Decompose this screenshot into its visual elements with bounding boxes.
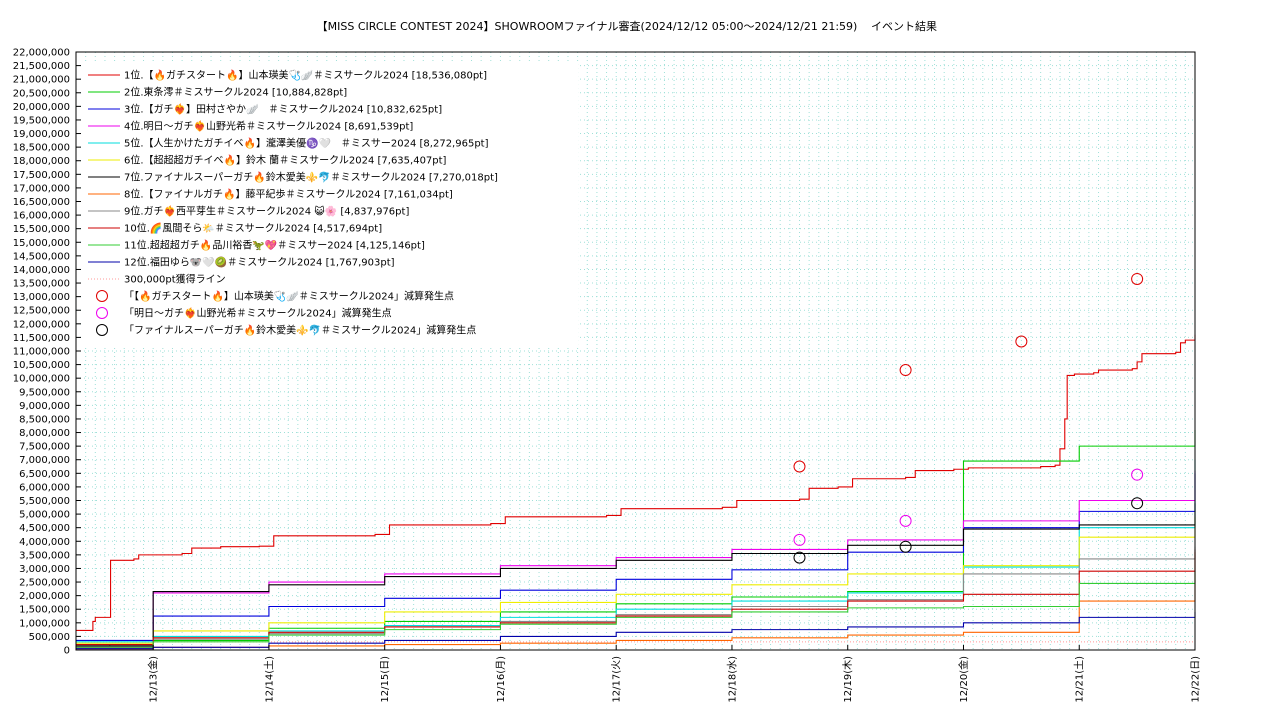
y-tick-label: 18,000,000: [13, 156, 70, 167]
series-line-1: [76, 334, 1196, 631]
subtraction-marker-2: [1131, 468, 1144, 481]
legend-label: 10位.🌈風間そら🌤️＃ミスサークル2024 [4,517,694pt]: [124, 222, 382, 235]
y-tick-label: 19,000,000: [13, 129, 70, 140]
y-tick-label: 13,000,000: [13, 292, 70, 303]
legend-label: 「明日〜ガチ❤️‍🔥山野光希＃ミスサークル2024」減算発生点: [124, 307, 392, 320]
x-tick-label: 12/21(土): [1073, 656, 1086, 703]
y-tick-label: 0: [64, 646, 70, 657]
y-tick-label: 18,500,000: [13, 143, 70, 154]
subtraction-marker-1: [793, 460, 806, 473]
y-tick-label: 7,000,000: [19, 455, 70, 466]
y-tick-label: 8,000,000: [19, 428, 70, 439]
legend-label: 11位.超超超ガチ🔥品川裕香🦖💖＃ミスサー2024 [4,125,146pt]: [124, 239, 425, 252]
legend-label: 7位.ファイナルスーパーガチ🔥鈴木愛美⚜️🐬＃ミスサークル2024 [7,270…: [124, 171, 498, 184]
y-tick-label: 1,000,000: [19, 618, 70, 629]
y-tick-label: 17,500,000: [13, 170, 70, 181]
y-axis: 0 500,000 1,000,000 1,500,000 2,000,000 2,500…: [13, 48, 81, 657]
y-tick-label: 21,500,000: [13, 61, 70, 72]
y-tick-label: 12,500,000: [13, 306, 70, 317]
y-tick-label: 4,000,000: [19, 537, 70, 548]
y-tick-label: 20,000,000: [13, 102, 70, 113]
y-tick-label: 3,500,000: [19, 550, 70, 561]
y-tick-label: 7,500,000: [19, 442, 70, 453]
legend-label: 1位.【🔥ガチスタート🔥】山本瑛美🩺🪽＃ミスサークル2024 [18,536,0…: [124, 69, 487, 82]
subtraction-marker-3: [1131, 497, 1144, 510]
y-tick-label: 1,500,000: [19, 605, 70, 616]
y-tick-label: 11,500,000: [13, 333, 70, 344]
subtraction-markers: [793, 272, 1144, 564]
y-tick-label: 12,000,000: [13, 319, 70, 330]
legend-label: 12位.福田ゆら🐨🤍🥝＃ミスサークル2024 [1,767,903pt]: [124, 256, 395, 269]
y-tick-label: 22,000,000: [13, 48, 70, 59]
y-tick-label: 8,500,000: [19, 414, 70, 425]
legend-label: 「ファイナルスーパーガチ🔥鈴木愛美⚜️🐬＃ミスサークル2024」減算発生点: [124, 324, 476, 337]
subtraction-marker-1: [899, 364, 912, 377]
series-line-9: [76, 546, 1196, 646]
legend-label: 2位.東条澪＃ミスサークル2024 [10,884,828pt]: [124, 86, 347, 99]
x-tick-label: 12/16(月): [495, 656, 507, 703]
x-tick-label: 12/18(水): [726, 656, 738, 703]
series-line-2: [76, 429, 1196, 647]
y-tick-label: 6,500,000: [19, 469, 70, 480]
x-axis: 12/13(金) 12/14(土) 12/15(日) 12/16(月) 12/17(火)…: [147, 645, 1202, 703]
x-tick-label: 12/15(日): [380, 656, 391, 703]
x-tick-label: 12/19(木): [842, 656, 854, 703]
y-tick-label: 2,000,000: [19, 591, 70, 602]
y-tick-label: 15,500,000: [13, 224, 70, 235]
chart-title: 【MISS CIRCLE CONTEST 2024】SHOWROOMファイナル審…: [317, 19, 858, 33]
subtraction-marker-1: [1015, 335, 1028, 348]
y-tick-label: 14,000,000: [13, 265, 70, 276]
y-tick-label: 9,500,000: [19, 387, 70, 398]
x-tick-label: 12/13(金): [147, 656, 160, 703]
y-tick-label: 10,000,000: [13, 374, 70, 385]
y-tick-label: 19,500,000: [13, 115, 70, 126]
y-tick-label: 16,000,000: [13, 211, 70, 222]
chart-subtitle: イベント結果: [871, 19, 937, 33]
points-chart: 【MISS CIRCLE CONTEST 2024】SHOWROOMファイナル審…: [13, 19, 1202, 703]
x-tick-label: 12/17(火): [611, 656, 623, 703]
y-tick-label: 5,500,000: [19, 496, 70, 507]
legend-label: 3位.【ガチ❤️‍🔥】田村さやか🪽 ＃ミスサークル2024 [10,832,62…: [124, 103, 442, 116]
y-tick-label: 5,000,000: [19, 510, 70, 521]
legend-label: 300,000pt獲得ライン: [124, 273, 226, 286]
subtraction-marker-1: [1131, 272, 1144, 285]
x-tick-label: 12/22(日): [1191, 656, 1202, 703]
legend: 1位.【🔥ガチスタート🔥】山本瑛美🩺🪽＃ミスサークル2024 [18,536,0…: [84, 64, 578, 346]
series-lines: [76, 334, 1196, 650]
subtraction-marker-3: [899, 540, 912, 553]
y-tick-label: 15,000,000: [13, 238, 70, 249]
y-tick-label: 3,000,000: [19, 564, 70, 575]
y-tick-label: 4,500,000: [19, 523, 70, 534]
y-tick-label: 9,000,000: [19, 401, 70, 412]
y-tick-label: 13,500,000: [13, 279, 70, 290]
y-tick-label: 2,500,000: [19, 578, 70, 589]
y-tick-label: 21,000,000: [13, 75, 70, 86]
legend-label: 「【🔥ガチスタート🔥】山本瑛美🩺🪽＃ミスサークル2024」減算発生点: [124, 290, 454, 303]
legend-label: 6位.【超超超ガチイベ🔥】鈴木 蘭＃ミスサークル2024 [7,635,407p…: [124, 154, 447, 167]
y-tick-label: 14,500,000: [13, 251, 70, 262]
legend-label: 5位.【人生かけたガチイベ🔥】瀧澤美優♑️🤍 ＃ミスサー2024 [8,272,…: [124, 137, 489, 150]
y-tick-label: 10,500,000: [13, 360, 70, 371]
y-tick-label: 16,500,000: [13, 197, 70, 208]
y-tick-label: 6,000,000: [19, 482, 70, 493]
y-tick-label: 500,000: [29, 632, 70, 643]
legend-label: 9位.ガチ❤️‍🔥西平芽生＃ミスサークル2024 😺🌸 [4,837,976pt…: [124, 205, 409, 218]
y-tick-label: 20,500,000: [13, 88, 70, 99]
y-tick-label: 11,000,000: [13, 347, 70, 358]
y-tick-label: 17,000,000: [13, 183, 70, 194]
x-tick-label: 12/14(土): [262, 656, 275, 703]
x-tick-label: 12/20(金): [957, 656, 970, 703]
legend-label: 8位.【ファイナルガチ🔥】藤平紀歩＃ミスサークル2024 [7,161,034p…: [124, 188, 453, 201]
legend-label: 4位.明日〜ガチ❤️‍🔥山野光希＃ミスサークル2024 [8,691,539pt…: [124, 120, 413, 133]
